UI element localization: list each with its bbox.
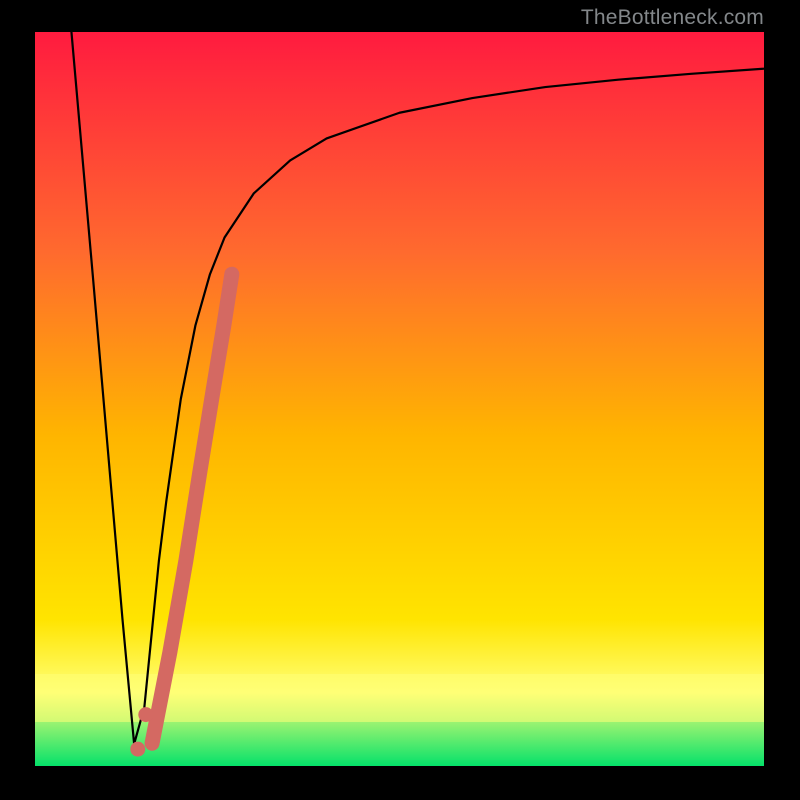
marker-dot: [130, 742, 145, 757]
plot-area: [35, 32, 764, 766]
watermark-text: TheBottleneck.com: [581, 6, 764, 30]
image-frame: TheBottleneck.com: [0, 0, 800, 800]
marker-dot: [138, 707, 153, 722]
chart-curves: [35, 32, 764, 766]
